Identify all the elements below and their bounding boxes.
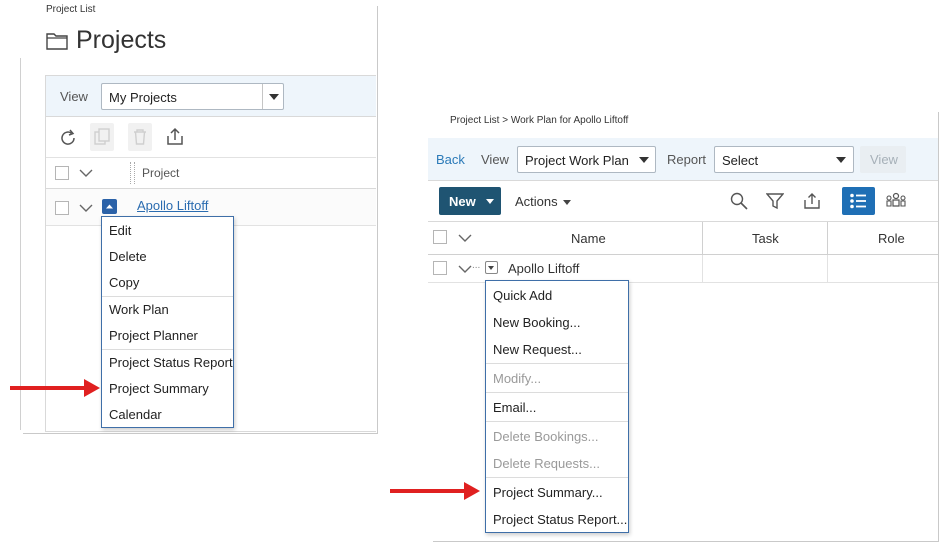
red-arrow-pointer [10,379,100,397]
view-select-value: My Projects [109,90,177,105]
chevron-down-icon[interactable] [458,233,472,243]
chevron-down-icon[interactable] [79,203,93,213]
menu-item-new-request[interactable]: New Request... [486,342,628,357]
chevron-down-icon [269,94,279,100]
project-link[interactable]: Apollo Liftoff [137,198,208,213]
chevron-down-icon[interactable] [458,264,472,274]
menu-item-copy[interactable]: Copy [102,275,233,290]
report-select-value: Select [722,153,759,168]
select-all-checkbox[interactable] [433,230,447,244]
table-row: ... Apollo Liftoff [428,255,938,283]
page-title: Projects [46,26,166,55]
menu-item-email[interactable]: Email... [486,400,628,415]
projects-panel: Project List Projects View My Projects P… [0,0,380,434]
new-button[interactable]: New [439,187,501,215]
row-checkbox[interactable] [433,261,447,275]
caret-down-icon [486,199,494,204]
actions-menu[interactable]: Actions [515,194,558,209]
export-icon[interactable] [164,126,186,148]
caret-down-icon [563,200,571,205]
red-arrow-pointer [390,482,480,500]
menu-item-edit[interactable]: Edit [102,223,233,238]
menu-item-project-status-report[interactable]: Project Status Report... [486,512,628,527]
new-button-label: New [449,194,476,209]
row-menu-button[interactable] [485,261,498,274]
page-title-text: Projects [76,26,167,54]
refresh-icon[interactable] [58,128,78,148]
grid-header: Name Task Role [428,222,938,255]
view-select[interactable]: Project Work Plan [517,146,656,173]
list-view-button[interactable] [842,187,875,215]
folder-icon [46,32,68,50]
column-name[interactable]: Name [571,231,606,246]
breadcrumb[interactable]: Project List > Work Plan for Apollo Lift… [450,115,628,126]
delete-button[interactable] [128,123,152,151]
menu-item-new-booking[interactable]: New Booking... [486,315,628,330]
caret-down-icon [488,266,494,270]
view-select[interactable]: My Projects [101,83,284,110]
chevron-down-icon [639,157,649,163]
column-role[interactable]: Role [878,231,905,246]
view-button[interactable]: View [860,146,906,173]
view-select-value: Project Work Plan [525,153,629,168]
select-all-checkbox[interactable] [55,166,69,180]
view-bar: View My Projects [46,76,376,117]
report-select[interactable]: Select [714,146,854,173]
menu-item-project-planner[interactable]: Project Planner [102,328,233,343]
grid-header: Project [46,158,376,189]
export-icon[interactable] [802,191,822,211]
view-button-label: View [870,152,898,167]
menu-item-project-status-report[interactable]: Project Status Report [102,355,233,370]
column-project[interactable]: Project [142,166,179,180]
filter-icon[interactable] [766,192,784,210]
project-name: Apollo Liftoff [508,261,580,276]
breadcrumb[interactable]: Project List [46,4,95,15]
people-icon[interactable] [885,191,907,211]
row-checkbox[interactable] [55,201,69,215]
chevron-down-icon [836,157,846,163]
view-label: View [481,152,509,167]
view-bar: Back View Project Work Plan Report Selec… [428,138,938,181]
row-menu-button[interactable] [102,199,117,214]
work-plan-panel: Project List > Work Plan for Apollo Lift… [420,0,948,554]
menu-item-delete[interactable]: Delete [102,249,233,264]
toolbar: New Actions [428,181,938,222]
report-label: Report [667,152,707,167]
copy-icon [94,128,110,145]
list-icon [850,193,866,209]
toolbar [46,117,376,158]
column-task[interactable]: Task [752,231,779,246]
search-icon[interactable] [730,192,748,210]
copy-button[interactable] [90,123,114,151]
menu-item-modify[interactable]: Modify... [486,371,628,386]
back-link[interactable]: Back [436,152,465,167]
menu-item-quick-add[interactable]: Quick Add [486,288,628,303]
menu-item-project-summary[interactable]: Project Summary... [486,485,628,500]
menu-item-delete-requests[interactable]: Delete Requests... [486,456,628,471]
row-context-menu: Edit Delete Copy Work Plan Project Plann… [101,216,234,428]
menu-item-project-summary[interactable]: Project Summary [102,381,233,396]
menu-item-calendar[interactable]: Calendar [102,407,233,422]
menu-item-work-plan[interactable]: Work Plan [102,302,233,317]
view-label: View [60,89,88,104]
chevron-down-icon[interactable] [79,168,93,178]
trash-icon [134,129,146,145]
row-context-menu: Quick Add New Booking... New Request... … [485,280,629,533]
caret-up-icon [106,204,113,209]
menu-item-delete-bookings[interactable]: Delete Bookings... [486,429,628,444]
